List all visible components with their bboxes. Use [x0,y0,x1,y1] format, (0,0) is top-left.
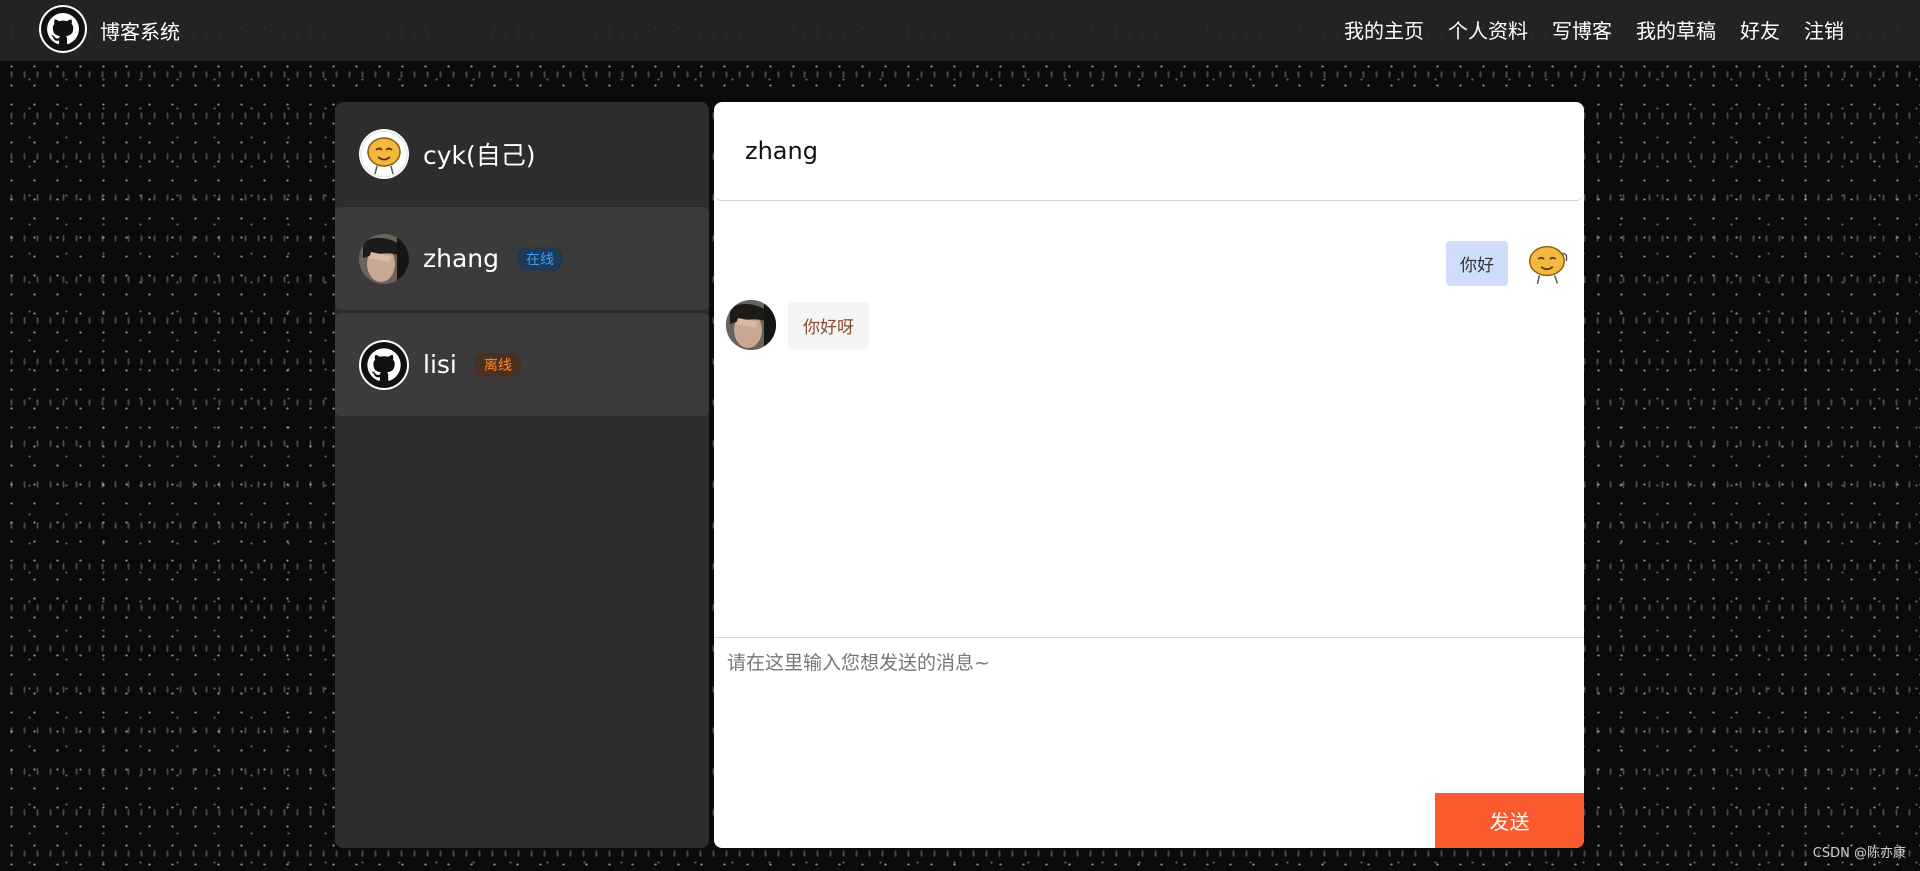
message-input[interactable] [714,638,1584,788]
nav-link-drafts[interactable]: 我的草稿 [1636,15,1716,44]
nav-link-logout[interactable]: 注销 [1804,15,1844,44]
send-button[interactable]: 发送 [1435,793,1584,848]
friend-name: zhang [423,244,500,273]
self-user-name: cyk(自己) [423,141,536,170]
user-avatar-zhang [726,300,776,350]
user-avatar-zhang [359,233,409,284]
github-icon [359,339,409,390]
nav-links: 我的主页 个人资料 写博客 我的草稿 好友 注销 [1344,15,1844,44]
nav-link-friends[interactable]: 好友 [1740,15,1780,44]
status-badge-offline: 离线 [474,352,521,377]
friend-name: lisi [423,350,457,379]
nav-link-write-blog[interactable]: 写博客 [1552,15,1612,44]
smiley-avatar-icon [359,129,409,179]
message-composer: 发送 [714,637,1584,848]
message-list[interactable]: 你好 你好呀 [714,202,1584,638]
chat-panel: zhang 你好 你好呀 请在这里输入您想发送的消息~ 发送 [714,102,1584,848]
friend-list-panel: cyk(自己) zhang 在线 lisi 离线 [335,102,709,848]
github-icon[interactable] [39,5,87,53]
self-user-row: cyk(自己) [335,102,709,206]
friend-item-zhang[interactable]: zhang 在线 [335,206,709,310]
message-bubble-received: 你好呀 [788,301,869,349]
message-item-received: 你好呀 [726,300,869,350]
chat-header-title: zhang [714,102,1584,201]
top-navbar: 博客系统 我的主页 个人资料 写博客 我的草稿 好友 注销 [0,0,1920,61]
nav-link-home[interactable]: 我的主页 [1344,15,1424,44]
friend-item-lisi[interactable]: lisi 离线 [335,312,709,416]
smiley-avatar-icon [1524,240,1570,286]
status-badge-online: 在线 [517,246,564,271]
message-bubble-sent: 你好 [1446,240,1508,286]
brand-title: 博客系统 [100,20,180,44]
nav-link-profile[interactable]: 个人资料 [1448,15,1528,44]
message-item-sent: 你好 [1446,240,1570,286]
watermark: CSDN @陈亦康 [1812,846,1906,861]
